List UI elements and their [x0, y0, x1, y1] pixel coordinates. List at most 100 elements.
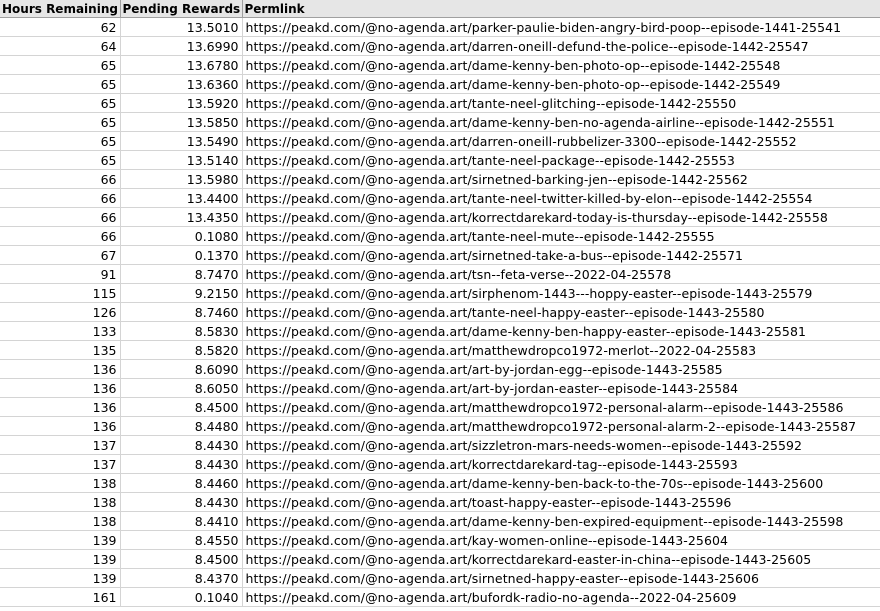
- cell-permlink[interactable]: https://peakd.com/@no-agenda.art/matthew…: [242, 397, 880, 417]
- cell-hours-remaining[interactable]: 136: [0, 416, 121, 436]
- table-row[interactable]: 139 8.4370 https://peakd.com/@no-agenda.ar…: [0, 568, 880, 588]
- cell-hours-remaining[interactable]: 137: [0, 454, 121, 474]
- cell-pending-rewards[interactable]: 8.6050: [120, 378, 243, 398]
- cell-hours-remaining[interactable]: 65: [0, 112, 121, 132]
- cell-pending-rewards[interactable]: 13.6360: [120, 74, 243, 94]
- table-row[interactable]: 65 13.5850 https://peakd.com/@no-agenda.ar…: [0, 112, 880, 132]
- cell-pending-rewards[interactable]: 13.6990: [120, 36, 243, 56]
- table-row[interactable]: 139 8.4500 https://peakd.com/@no-agenda.ar…: [0, 549, 880, 569]
- cell-permlink[interactable]: https://peakd.com/@no-agenda.art/tante-n…: [242, 188, 880, 208]
- table-row[interactable]: 138 8.4460 https://peakd.com/@no-agenda.ar…: [0, 473, 880, 493]
- table-row[interactable]: 136 8.6090 https://peakd.com/@no-agenda.ar…: [0, 359, 880, 379]
- cell-permlink[interactable]: https://peakd.com/@no-agenda.art/tante-n…: [242, 150, 880, 170]
- cell-pending-rewards[interactable]: 8.7470: [120, 264, 243, 284]
- cell-hours-remaining[interactable]: 65: [0, 150, 121, 170]
- cell-hours-remaining[interactable]: 65: [0, 55, 121, 75]
- cell-permlink[interactable]: https://peakd.com/@no-agenda.art/parker-…: [242, 17, 880, 37]
- table-row[interactable]: 62 13.5010 https://peakd.com/@no-agenda.ar…: [0, 17, 880, 37]
- cell-permlink[interactable]: https://peakd.com/@no-agenda.art/kay-wom…: [242, 530, 880, 550]
- cell-hours-remaining[interactable]: 137: [0, 435, 121, 455]
- cell-pending-rewards[interactable]: 13.4350: [120, 207, 243, 227]
- cell-permlink[interactable]: https://peakd.com/@no-agenda.art/matthew…: [242, 416, 880, 436]
- table-row[interactable]: 65 13.5490 https://peakd.com/@no-agenda.ar…: [0, 131, 880, 151]
- cell-permlink[interactable]: https://peakd.com/@no-agenda.art/dame-ke…: [242, 112, 880, 132]
- table-row[interactable]: 66 0.1080 https://peakd.com/@no-agenda.art…: [0, 226, 880, 246]
- cell-pending-rewards[interactable]: 8.4500: [120, 549, 243, 569]
- cell-hours-remaining[interactable]: 139: [0, 530, 121, 550]
- cell-hours-remaining[interactable]: 65: [0, 131, 121, 151]
- cell-pending-rewards[interactable]: 0.1080: [120, 226, 243, 246]
- cell-permlink[interactable]: https://peakd.com/@no-agenda.art/toast-h…: [242, 492, 880, 512]
- cell-hours-remaining[interactable]: 138: [0, 511, 121, 531]
- cell-pending-rewards[interactable]: 13.5140: [120, 150, 243, 170]
- cell-hours-remaining[interactable]: 138: [0, 473, 121, 493]
- table-row[interactable]: 126 8.7460 https://peakd.com/@no-agenda.ar…: [0, 302, 880, 322]
- cell-pending-rewards[interactable]: 13.6780: [120, 55, 243, 75]
- cell-permlink[interactable]: https://peakd.com/@no-agenda.art/matthew…: [242, 340, 880, 360]
- cell-hours-remaining[interactable]: 136: [0, 378, 121, 398]
- cell-hours-remaining[interactable]: 91: [0, 264, 121, 284]
- cell-pending-rewards[interactable]: 8.4480: [120, 416, 243, 436]
- cell-permlink[interactable]: https://peakd.com/@no-agenda.art/dame-ke…: [242, 55, 880, 75]
- cell-hours-remaining[interactable]: 115: [0, 283, 121, 303]
- cell-pending-rewards[interactable]: 8.4550: [120, 530, 243, 550]
- cell-hours-remaining[interactable]: 66: [0, 188, 121, 208]
- table-row[interactable]: 137 8.4430 https://peakd.com/@no-agenda.ar…: [0, 435, 880, 455]
- cell-hours-remaining[interactable]: 126: [0, 302, 121, 322]
- cell-permlink[interactable]: https://peakd.com/@no-agenda.art/darren-…: [242, 131, 880, 151]
- cell-permlink[interactable]: https://peakd.com/@no-agenda.art/tante-n…: [242, 302, 880, 322]
- cell-permlink[interactable]: https://peakd.com/@no-agenda.art/korrect…: [242, 549, 880, 569]
- cell-hours-remaining[interactable]: 66: [0, 207, 121, 227]
- cell-permlink[interactable]: https://peakd.com/@no-agenda.art/sirnetn…: [242, 245, 880, 265]
- cell-pending-rewards[interactable]: 0.1370: [120, 245, 243, 265]
- table-row[interactable]: 66 13.4400 https://peakd.com/@no-agenda.ar…: [0, 188, 880, 208]
- table-row[interactable]: 91 8.7470 https://peakd.com/@no-agenda.art…: [0, 264, 880, 284]
- cell-permlink[interactable]: https://peakd.com/@no-agenda.art/darren-…: [242, 36, 880, 56]
- table-row[interactable]: 65 13.6360 https://peakd.com/@no-agenda.ar…: [0, 74, 880, 94]
- table-row[interactable]: 65 13.5920 https://peakd.com/@no-agenda.ar…: [0, 93, 880, 113]
- cell-permlink[interactable]: https://peakd.com/@no-agenda.art/sirnetn…: [242, 568, 880, 588]
- cell-permlink[interactable]: https://peakd.com/@no-agenda.art/sirnetn…: [242, 169, 880, 189]
- cell-hours-remaining[interactable]: 67: [0, 245, 121, 265]
- cell-pending-rewards[interactable]: 8.5830: [120, 321, 243, 341]
- cell-permlink[interactable]: https://peakd.com/@no-agenda.art/dame-ke…: [242, 511, 880, 531]
- cell-permlink[interactable]: https://peakd.com/@no-agenda.art/sizzlet…: [242, 435, 880, 455]
- table-row[interactable]: 67 0.1370 https://peakd.com/@no-agenda.art…: [0, 245, 880, 265]
- table-row[interactable]: 66 13.5980 https://peakd.com/@no-agenda.ar…: [0, 169, 880, 189]
- cell-pending-rewards[interactable]: 8.5820: [120, 340, 243, 360]
- table-row[interactable]: 133 8.5830 https://peakd.com/@no-agenda.ar…: [0, 321, 880, 341]
- cell-pending-rewards[interactable]: 0.1040: [120, 587, 243, 607]
- table-row[interactable]: 65 13.6780 https://peakd.com/@no-agenda.ar…: [0, 55, 880, 75]
- cell-hours-remaining[interactable]: 64: [0, 36, 121, 56]
- table-row[interactable]: 138 8.4410 https://peakd.com/@no-agenda.ar…: [0, 511, 880, 531]
- table-row[interactable]: 137 8.4430 https://peakd.com/@no-agenda.ar…: [0, 454, 880, 474]
- cell-pending-rewards[interactable]: 13.4400: [120, 188, 243, 208]
- table-row[interactable]: 136 8.4480 https://peakd.com/@no-agenda.ar…: [0, 416, 880, 436]
- cell-permlink[interactable]: https://peakd.com/@no-agenda.art/dame-ke…: [242, 74, 880, 94]
- cell-pending-rewards[interactable]: 13.5490: [120, 131, 243, 151]
- cell-pending-rewards[interactable]: 13.5980: [120, 169, 243, 189]
- cell-pending-rewards[interactable]: 13.5010: [120, 17, 243, 37]
- cell-permlink[interactable]: https://peakd.com/@no-agenda.art/tsn--fe…: [242, 264, 880, 284]
- cell-pending-rewards[interactable]: 9.2150: [120, 283, 243, 303]
- cell-hours-remaining[interactable]: 139: [0, 568, 121, 588]
- cell-pending-rewards[interactable]: 13.5920: [120, 93, 243, 113]
- cell-pending-rewards[interactable]: 8.4370: [120, 568, 243, 588]
- column-header-permlink[interactable]: Permlink: [242, 0, 880, 18]
- table-row[interactable]: 139 8.4550 https://peakd.com/@no-agenda.ar…: [0, 530, 880, 550]
- table-row[interactable]: 161 0.1040 https://peakd.com/@no-agenda.ar…: [0, 587, 880, 607]
- cell-permlink[interactable]: https://peakd.com/@no-agenda.art/tante-n…: [242, 93, 880, 113]
- table-row[interactable]: 135 8.5820 https://peakd.com/@no-agenda.ar…: [0, 340, 880, 360]
- cell-pending-rewards[interactable]: 8.4430: [120, 454, 243, 474]
- cell-pending-rewards[interactable]: 8.6090: [120, 359, 243, 379]
- cell-hours-remaining[interactable]: 138: [0, 492, 121, 512]
- table-row[interactable]: 64 13.6990 https://peakd.com/@no-agenda.ar…: [0, 36, 880, 56]
- cell-permlink[interactable]: https://peakd.com/@no-agenda.art/dame-ke…: [242, 321, 880, 341]
- column-header-hours-remaining[interactable]: Hours Remaining: [0, 0, 121, 18]
- cell-permlink[interactable]: https://peakd.com/@no-agenda.art/korrect…: [242, 454, 880, 474]
- cell-pending-rewards[interactable]: 8.4460: [120, 473, 243, 493]
- cell-hours-remaining[interactable]: 136: [0, 359, 121, 379]
- table-row[interactable]: 115 9.2150 https://peakd.com/@no-agenda.ar…: [0, 283, 880, 303]
- table-row[interactable]: 136 8.6050 https://peakd.com/@no-agenda.ar…: [0, 378, 880, 398]
- cell-hours-remaining[interactable]: 65: [0, 93, 121, 113]
